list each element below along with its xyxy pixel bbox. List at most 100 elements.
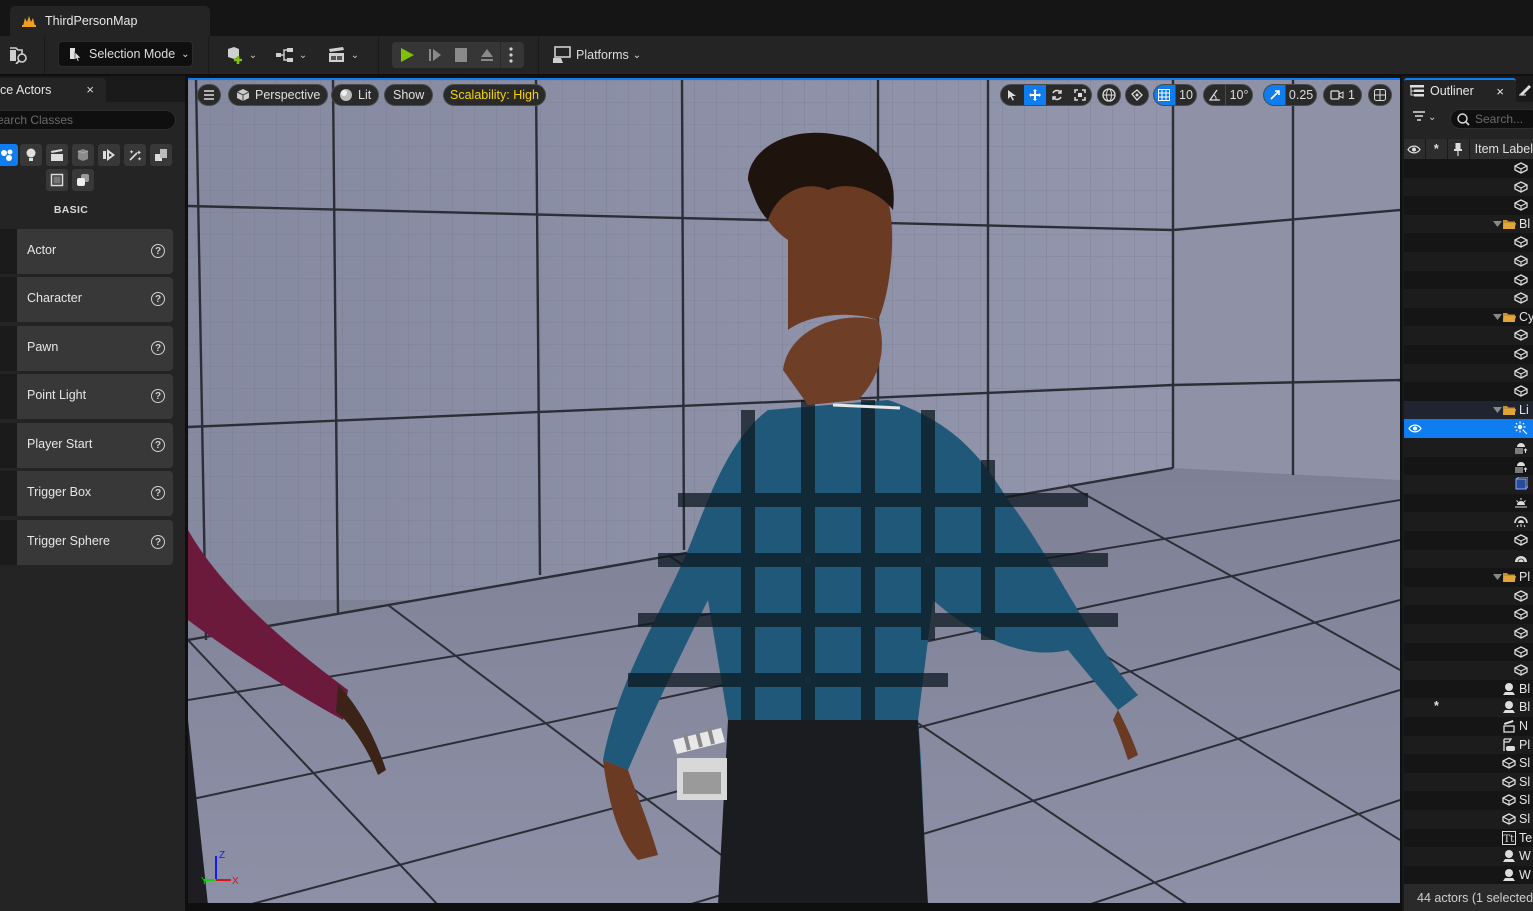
favorite-star-icon[interactable]: * xyxy=(1434,699,1439,713)
outliner-row[interactable] xyxy=(1404,363,1533,383)
outliner-row[interactable] xyxy=(1404,512,1533,531)
selection-mode-dropdown[interactable]: Selection Mode ⌄ xyxy=(58,41,193,67)
geometry-collection-icon[interactable] xyxy=(72,169,94,191)
outliner-row[interactable] xyxy=(1404,419,1533,438)
level-viewport[interactable]: Z X Y xyxy=(188,78,1400,903)
outliner-row[interactable] xyxy=(1404,605,1533,624)
blueprints-button[interactable]: ⌄ xyxy=(272,41,310,69)
help-icon[interactable]: ? xyxy=(151,244,165,258)
outliner-row[interactable] xyxy=(1404,531,1533,550)
advance-frame-button[interactable] xyxy=(422,41,448,69)
outliner-row[interactable] xyxy=(1404,586,1533,606)
actor-item-player-start[interactable]: Player Start ? xyxy=(0,423,173,468)
filter-dropdown[interactable]: ⌄ xyxy=(1412,111,1436,123)
outliner-row[interactable]: Sl xyxy=(1404,754,1533,773)
item-label-column[interactable]: Item Label xyxy=(1470,142,1533,156)
all-classes-icon[interactable]: ✦ ✦ ✦ xyxy=(124,144,146,166)
select-tool-button[interactable] xyxy=(1001,85,1024,105)
actor-item-trigger-sphere[interactable]: Trigger Sphere ? xyxy=(0,520,173,565)
cinematics-button[interactable]: ⌄ xyxy=(324,41,362,69)
help-icon[interactable]: ? xyxy=(151,535,165,549)
outliner-row[interactable]: Sl xyxy=(1404,810,1533,829)
help-icon[interactable]: ? xyxy=(151,389,165,403)
eject-button[interactable] xyxy=(474,41,500,69)
outliner-row[interactable]: Sl xyxy=(1404,791,1533,810)
outliner-folder-row[interactable]: Bl xyxy=(1404,214,1533,234)
scale-snap-toggle[interactable] xyxy=(1264,85,1286,105)
pin-column[interactable] xyxy=(1448,139,1470,159)
scalability-button[interactable]: Scalability: High xyxy=(443,84,546,106)
outliner-row[interactable] xyxy=(1404,177,1533,197)
close-icon[interactable]: × xyxy=(1496,84,1504,99)
recently-placed-icon[interactable] xyxy=(0,144,18,166)
favorite-column[interactable]: * xyxy=(1426,139,1448,159)
close-icon[interactable]: × xyxy=(86,82,94,97)
outliner-row[interactable]: N xyxy=(1404,717,1533,736)
outliner-row[interactable] xyxy=(1404,642,1533,662)
rotation-snap-toggle[interactable] xyxy=(1204,85,1225,105)
outliner-search-input[interactable]: Search... xyxy=(1450,109,1533,129)
place-actors-tab[interactable]: ce Actors × xyxy=(0,78,106,102)
outliner-folder-row[interactable]: Li xyxy=(1404,400,1533,420)
outliner-row[interactable] xyxy=(1404,382,1533,401)
outliner-row[interactable] xyxy=(1404,196,1533,215)
lights-icon[interactable] xyxy=(20,144,42,166)
actor-item-point-light[interactable]: Point Light ? xyxy=(0,374,173,419)
translate-tool-button[interactable] xyxy=(1023,85,1046,105)
visibility-column[interactable] xyxy=(1404,139,1426,159)
rotation-snap-value[interactable]: 10° xyxy=(1225,85,1252,105)
outliner-row[interactable] xyxy=(1404,252,1533,271)
actor-item-pawn[interactable]: Pawn ? xyxy=(0,326,173,371)
map-tab[interactable]: ThirdPersonMap xyxy=(10,6,210,36)
details-tab-icon[interactable] xyxy=(1518,82,1533,99)
show-button[interactable]: Show xyxy=(384,84,434,106)
outliner-row[interactable] xyxy=(1404,233,1533,252)
scale-tool-button[interactable] xyxy=(1069,85,1092,105)
outliner-row[interactable]: Bl xyxy=(1404,679,1533,699)
visual-effects-icon[interactable] xyxy=(72,144,94,166)
search-classes-input[interactable]: earch Classes xyxy=(0,110,176,130)
outliner-row[interactable] xyxy=(1404,270,1533,290)
coordinate-system-button[interactable] xyxy=(1097,84,1121,106)
outliner-row[interactable]: Tt Te xyxy=(1404,828,1533,848)
rotate-tool-button[interactable] xyxy=(1046,85,1069,105)
platforms-dropdown[interactable]: Platforms ⌄ xyxy=(552,42,641,68)
grid-snap-toggle[interactable] xyxy=(1154,85,1175,105)
help-icon[interactable]: ? xyxy=(151,486,165,500)
surface-snapping-button[interactable] xyxy=(1125,84,1149,106)
outliner-row[interactable]: W xyxy=(1404,865,1533,885)
actor-item-trigger-box[interactable]: Trigger Box ? xyxy=(0,471,173,516)
outliner-folder-row[interactable]: Cy xyxy=(1404,307,1533,327)
add-actor-button[interactable]: ⌄ xyxy=(222,41,260,69)
stop-button[interactable] xyxy=(448,41,474,69)
more-play-options-button[interactable] xyxy=(501,41,521,69)
outliner-row[interactable]: Sl xyxy=(1404,772,1533,792)
camera-speed-button[interactable]: 1 xyxy=(1323,84,1362,106)
outliner-row[interactable] xyxy=(1404,624,1533,643)
outliner-row[interactable] xyxy=(1404,475,1533,494)
content-browser-button[interactable] xyxy=(6,41,32,69)
outliner-row[interactable] xyxy=(1404,326,1533,345)
outliner-row[interactable] xyxy=(1404,438,1533,457)
outliner-row[interactable] xyxy=(1404,345,1533,364)
outliner-row[interactable] xyxy=(1404,661,1533,680)
outliner-row[interactable] xyxy=(1404,456,1533,476)
cinematic-icon[interactable] xyxy=(46,144,68,166)
outliner-tab[interactable]: Outliner × xyxy=(1404,78,1516,102)
help-icon[interactable]: ? xyxy=(151,341,165,355)
help-icon[interactable]: ? xyxy=(151,292,165,306)
viewport-layout-button[interactable] xyxy=(1368,84,1392,106)
outliner-row[interactable] xyxy=(1404,493,1533,513)
eye-icon[interactable] xyxy=(1408,421,1422,435)
outliner-folder-row[interactable]: Pl xyxy=(1404,568,1533,587)
scale-snap-value[interactable]: 0.25 xyxy=(1285,85,1316,105)
outliner-row[interactable] xyxy=(1404,159,1533,178)
outliner-row[interactable]: W xyxy=(1404,847,1533,866)
view-mode-lit-button[interactable]: Lit xyxy=(331,84,380,106)
grid-snap-value[interactable]: 10 xyxy=(1174,85,1196,105)
help-icon[interactable]: ? xyxy=(151,438,165,452)
outliner-row[interactable]: Pl xyxy=(1404,735,1533,755)
volumes-icon[interactable] xyxy=(98,144,120,166)
geometry-icon[interactable] xyxy=(46,169,68,191)
shapes-icon[interactable] xyxy=(150,144,172,166)
